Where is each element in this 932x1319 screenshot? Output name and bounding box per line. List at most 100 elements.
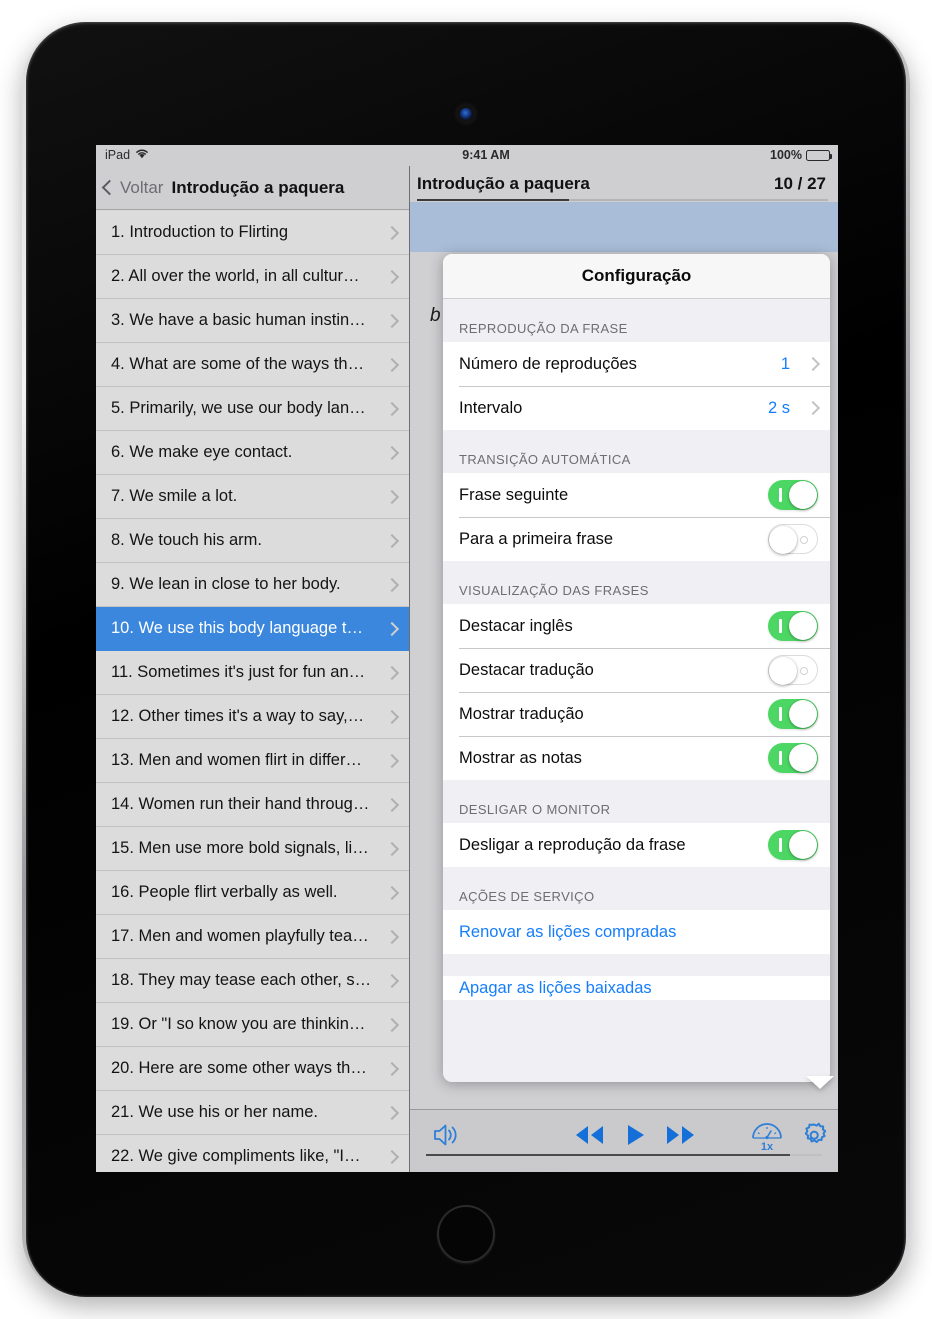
player-toolbar: 1x — [410, 1109, 838, 1172]
lesson-list-item-label: 22. We give compliments like, "I… — [111, 1147, 361, 1165]
lesson-list-item[interactable]: 16. People flirt verbally as well. — [96, 871, 409, 915]
settings-list[interactable]: REPRODUÇÃO DA FRASE Número de reproduções… — [443, 299, 830, 1082]
settings-toggle-switch[interactable] — [768, 524, 818, 554]
chevron-right-icon — [384, 357, 400, 372]
lesson-list-item[interactable]: 14. Women run their hand throug… — [96, 783, 409, 827]
back-button[interactable]: Voltar — [101, 178, 163, 198]
lesson-list-item[interactable]: 21. We use his or her name. — [96, 1091, 409, 1135]
lesson-list-item[interactable]: 4. What are some of the ways th… — [96, 343, 409, 387]
settings-toggle-switch[interactable] — [768, 830, 818, 860]
chevron-right-icon — [384, 797, 400, 812]
chevron-right-icon — [384, 1017, 400, 1032]
settings-row-label: Mostrar tradução — [459, 704, 584, 723]
chevron-right-icon — [384, 753, 400, 768]
settings-toggle-switch[interactable] — [768, 480, 818, 510]
settings-row[interactable]: Apagar as lições baixadas — [443, 976, 830, 1000]
settings-row[interactable]: Renovar as lições compradas — [443, 910, 830, 954]
lesson-list-item[interactable]: 1. Introduction to Flirting — [96, 211, 409, 255]
lesson-list-item[interactable]: 13. Men and women flirt in differ… — [96, 739, 409, 783]
gear-icon[interactable] — [794, 1117, 834, 1153]
lesson-list-item[interactable]: 12. Other times it's a way to say,… — [96, 695, 409, 739]
settings-row[interactable]: Desligar a reprodução da frase — [443, 823, 830, 867]
chevron-right-icon — [384, 841, 400, 856]
settings-row[interactable]: Frase seguinte — [443, 473, 830, 517]
settings-row[interactable]: Mostrar as notas — [443, 736, 830, 780]
switch-knob — [789, 612, 817, 640]
chevron-right-icon — [384, 577, 400, 592]
sidebar-navbar: Voltar Introdução a paquera — [96, 166, 409, 210]
fast-forward-icon[interactable] — [660, 1120, 702, 1150]
lesson-list-item-label: 2. All over the world, in all cultur… — [111, 267, 360, 285]
lesson-list-item-label: 10. We use this body language t… — [111, 619, 363, 637]
switch-on-glyph-icon — [779, 488, 782, 502]
settings-group-gap — [443, 954, 830, 976]
lesson-list-item[interactable]: 6. We make eye contact. — [96, 431, 409, 475]
lesson-list-item-label: 9. We lean in close to her body. — [111, 575, 341, 593]
chevron-right-icon — [384, 313, 400, 328]
front-camera-icon — [460, 108, 472, 120]
settings-group: Destacar inglês Destacar tradução Mostrar … — [443, 604, 830, 780]
chevron-right-icon — [384, 401, 400, 416]
settings-row[interactable]: Destacar inglês — [443, 604, 830, 648]
lesson-list-item[interactable]: 10. We use this body language t… — [96, 607, 409, 651]
lesson-list-item[interactable]: 15. Men use more bold signals, li… — [96, 827, 409, 871]
switch-knob — [789, 481, 817, 509]
chevron-right-icon — [384, 1149, 400, 1164]
settings-section-header: DESLIGAR O MONITOR — [443, 780, 830, 823]
settings-row[interactable]: Mostrar tradução — [443, 692, 830, 736]
switch-knob — [789, 744, 817, 772]
lesson-list-item[interactable]: 22. We give compliments like, "I… — [96, 1135, 409, 1172]
battery-icon — [806, 149, 832, 161]
switch-knob — [789, 700, 817, 728]
chevron-right-icon — [384, 973, 400, 988]
switch-knob — [789, 831, 817, 859]
switch-knob — [769, 657, 797, 685]
settings-row-label: Destacar inglês — [459, 616, 573, 635]
lesson-list-item-label: 20. Here are some other ways th… — [111, 1059, 367, 1077]
chevron-right-icon — [384, 269, 400, 284]
lesson-list-item[interactable]: 5. Primarily, we use our body lan… — [96, 387, 409, 431]
settings-row-label: Número de reproduções — [459, 354, 637, 373]
lesson-list-item-label: 12. Other times it's a way to say,… — [111, 707, 365, 725]
rewind-icon[interactable] — [568, 1120, 610, 1150]
detail-title: Introdução a paquera — [417, 174, 590, 193]
lesson-list[interactable]: 1. Introduction to Flirting 2. All over t… — [96, 211, 409, 1172]
chevron-right-icon — [384, 621, 400, 636]
settings-row[interactable]: Para a primeira frase — [443, 517, 830, 561]
settings-section-header: AÇÕES DE SERVIÇO — [443, 867, 830, 910]
settings-toggle-switch[interactable] — [768, 743, 818, 773]
lesson-list-item[interactable]: 9. We lean in close to her body. — [96, 563, 409, 607]
play-icon[interactable] — [616, 1120, 654, 1150]
popover-arrow — [806, 1076, 834, 1089]
settings-toggle-switch[interactable] — [768, 655, 818, 685]
settings-row[interactable]: Intervalo 2 s — [443, 386, 830, 430]
chevron-right-icon — [384, 709, 400, 724]
settings-row[interactable]: Destacar tradução — [443, 648, 830, 692]
lesson-progress-bar — [417, 199, 828, 201]
chevron-right-icon — [384, 929, 400, 944]
settings-toggle-switch[interactable] — [768, 611, 818, 641]
lesson-progress-fill — [417, 199, 570, 201]
lesson-list-item[interactable]: 2. All over the world, in all cultur… — [96, 255, 409, 299]
lesson-list-item[interactable]: 7. We smile a lot. — [96, 475, 409, 519]
lesson-list-item-label: 5. Primarily, we use our body lan… — [111, 399, 366, 417]
chevron-right-icon — [384, 885, 400, 900]
lesson-list-item[interactable]: 11. Sometimes it's just for fun an… — [96, 651, 409, 695]
lesson-list-item[interactable]: 20. Here are some other ways th… — [96, 1047, 409, 1091]
home-button[interactable] — [437, 1205, 495, 1263]
lesson-list-item[interactable]: 3. We have a basic human instin… — [96, 299, 409, 343]
playback-scrubber-fill — [426, 1154, 791, 1156]
playback-scrubber[interactable] — [426, 1154, 822, 1156]
settings-row[interactable]: Número de reproduções 1 — [443, 342, 830, 386]
settings-toggle-switch[interactable] — [768, 699, 818, 729]
chevron-right-icon — [384, 225, 400, 240]
settings-section-header: VISUALIZAÇÃO DAS FRASES — [443, 561, 830, 604]
speed-gauge-icon[interactable]: 1x — [744, 1116, 790, 1154]
phrase-text-snippet: b — [430, 305, 441, 326]
lesson-list-item-label: 19. Or "I so know you are thinkin… — [111, 1015, 366, 1033]
lesson-list-item[interactable]: 18. They may tease each other, s… — [96, 959, 409, 1003]
lesson-list-item[interactable]: 19. Or "I so know you are thinkin… — [96, 1003, 409, 1047]
volume-icon[interactable] — [428, 1118, 466, 1152]
lesson-list-item[interactable]: 8. We touch his arm. — [96, 519, 409, 563]
lesson-list-item[interactable]: 17. Men and women playfully tea… — [96, 915, 409, 959]
